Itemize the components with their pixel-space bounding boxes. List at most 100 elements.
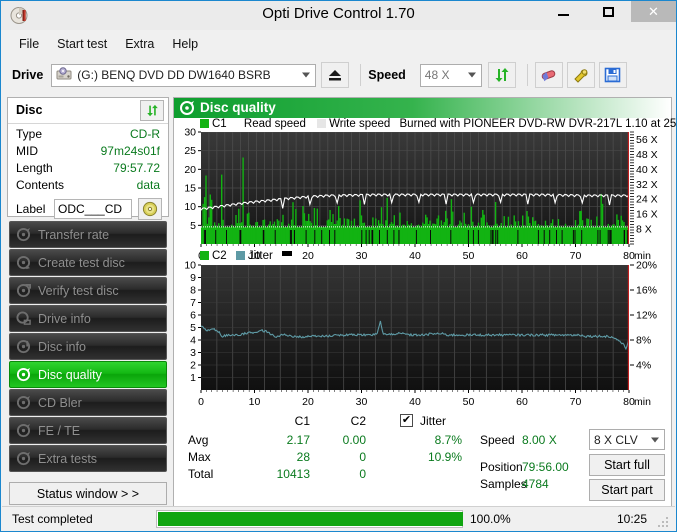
disc-quality-icon — [179, 100, 195, 119]
svg-text:16%: 16% — [636, 285, 657, 297]
sidebar-label-cd-bler: CD Bler — [38, 395, 82, 410]
svg-text:50: 50 — [463, 396, 475, 408]
svg-text:48 X: 48 X — [636, 149, 658, 161]
jitter-chart[interactable] — [201, 265, 629, 390]
maximize-button[interactable] — [586, 1, 631, 22]
application-window: Opti Drive Control 1.70 ✕ File Start tes… — [0, 0, 677, 532]
disc-eject-icon-button[interactable] — [138, 198, 162, 220]
svg-text:20: 20 — [302, 250, 314, 262]
progress-percent: 100.0% — [470, 512, 511, 526]
svg-text:8: 8 — [190, 285, 196, 297]
svg-text:min: min — [634, 250, 651, 262]
speed-select[interactable]: 48 X — [419, 63, 482, 87]
stats-max-jitter: 10.9% — [427, 450, 462, 464]
svg-text:30: 30 — [184, 127, 196, 139]
menu-item-extra[interactable]: Extra — [116, 34, 163, 54]
sidebar-item-disc-quality[interactable]: Disc quality — [9, 361, 167, 388]
disc-fete-icon — [10, 423, 36, 438]
sidebar-item-cd-bler[interactable]: CD Bler — [9, 389, 167, 416]
minimize-icon — [558, 13, 569, 16]
drive-select[interactable]: (G:) BENQ DVD DD DW1640 BSRB — [51, 63, 317, 87]
svg-text:80: 80 — [623, 250, 635, 262]
sidebar-item-transfer-rate[interactable]: Transfer rate — [9, 221, 167, 248]
refresh-button[interactable] — [487, 62, 516, 88]
svg-text:20: 20 — [184, 164, 196, 176]
svg-text:1: 1 — [190, 372, 196, 384]
svg-text:50: 50 — [463, 250, 475, 262]
svg-text:70: 70 — [570, 250, 582, 262]
readout-position-value: 79:56.00 — [522, 460, 569, 474]
disc-bler-icon — [10, 395, 36, 410]
refresh-icon — [495, 68, 509, 82]
sidebar-label-fe-te: FE / TE — [38, 423, 81, 438]
menu-item-file[interactable]: File — [10, 34, 48, 54]
minimize-button[interactable] — [541, 1, 586, 22]
sidebar-item-extra-tests[interactable]: Extra tests — [9, 445, 167, 472]
sidebar-item-disc-info[interactable]: Disc info — [9, 333, 167, 360]
start-full-button[interactable]: Start full — [589, 454, 665, 476]
tools-button[interactable] — [566, 62, 595, 88]
test-speed-select[interactable]: 8 X CLV — [589, 429, 665, 450]
sidebar-item-drive-info[interactable]: Drive info — [9, 305, 167, 332]
legend-swatch-c1 — [200, 119, 209, 128]
disc-row-mid: MID 97m24s01f — [8, 144, 168, 161]
svg-text:20%: 20% — [636, 260, 657, 272]
erase-button[interactable] — [534, 62, 563, 88]
start-part-button[interactable]: Start part — [589, 479, 665, 501]
stats-avg-c2: 0.00 — [342, 433, 366, 447]
disc-key-length: Length — [16, 161, 53, 175]
jitter-legend: C2 Jitter — [200, 250, 293, 262]
save-button[interactable] — [598, 62, 627, 88]
disc-info-icon — [10, 339, 36, 354]
sidebar-item-create-test-disc[interactable]: Create test disc — [9, 249, 167, 276]
drive-label: Drive — [12, 68, 44, 82]
title-bar: Opti Drive Control 1.70 ✕ — [1, 1, 676, 30]
svg-text:min: min — [634, 396, 651, 408]
cd-icon — [142, 201, 158, 217]
disc-refresh-button[interactable] — [140, 100, 164, 121]
start-part-label: Start part — [601, 483, 653, 497]
svg-text:0: 0 — [198, 396, 204, 408]
svg-text:3: 3 — [190, 347, 196, 359]
svg-text:6: 6 — [190, 310, 196, 322]
speed-label: Speed — [368, 68, 406, 82]
stats-total-c1: 10413 — [276, 467, 310, 481]
eraser-icon — [542, 70, 556, 82]
svg-text:12%: 12% — [636, 310, 657, 322]
sidebar-item-verify-test-disc[interactable]: Verify test disc — [9, 277, 167, 304]
disc-value-length: 79:57.72 — [113, 161, 160, 175]
drive-info-icon — [10, 311, 36, 326]
legend-swatch-jitter — [235, 251, 245, 260]
jitter-checkbox[interactable]: ✔ — [400, 414, 413, 427]
svg-text:30: 30 — [356, 396, 368, 408]
resize-grip-icon[interactable] — [658, 515, 670, 527]
tools-icon — [574, 69, 588, 83]
stats-max-c2: 0 — [359, 450, 366, 464]
eject-button[interactable] — [321, 62, 350, 88]
disc-label-input[interactable] — [54, 199, 132, 219]
toolbar-divider-1 — [360, 64, 362, 86]
sidebar-label-drive-info: Drive info — [38, 311, 91, 326]
drive-icon — [56, 66, 72, 84]
disc-value-mid: 97m24s01f — [100, 144, 160, 158]
sidebar-item-fe-te[interactable]: FE / TE — [9, 417, 167, 444]
disc-create-icon — [10, 255, 36, 270]
disc-extra-icon — [10, 451, 36, 466]
speed-value: 48 X — [424, 68, 450, 82]
disc-quality-header: Disc quality — [174, 98, 671, 118]
menu-item-start-test[interactable]: Start test — [48, 34, 116, 54]
c1-chart[interactable] — [201, 132, 629, 244]
readout-speed-label: Speed — [480, 433, 515, 447]
status-window-button[interactable]: Status window > > — [9, 482, 167, 505]
disc-quality-title: Disc quality — [200, 100, 276, 115]
close-button[interactable]: ✕ — [631, 1, 676, 22]
svg-text:5: 5 — [190, 220, 196, 232]
stats-total-c2: 0 — [359, 467, 366, 481]
svg-text:80: 80 — [623, 396, 635, 408]
svg-text:24 X: 24 X — [636, 194, 658, 206]
menu-item-help[interactable]: Help — [163, 34, 207, 54]
maximize-icon — [603, 6, 614, 17]
close-icon: ✕ — [648, 4, 659, 19]
sidebar-label-verify-test-disc: Verify test disc — [38, 283, 119, 298]
stats-avg-c1: 2.17 — [286, 433, 310, 447]
